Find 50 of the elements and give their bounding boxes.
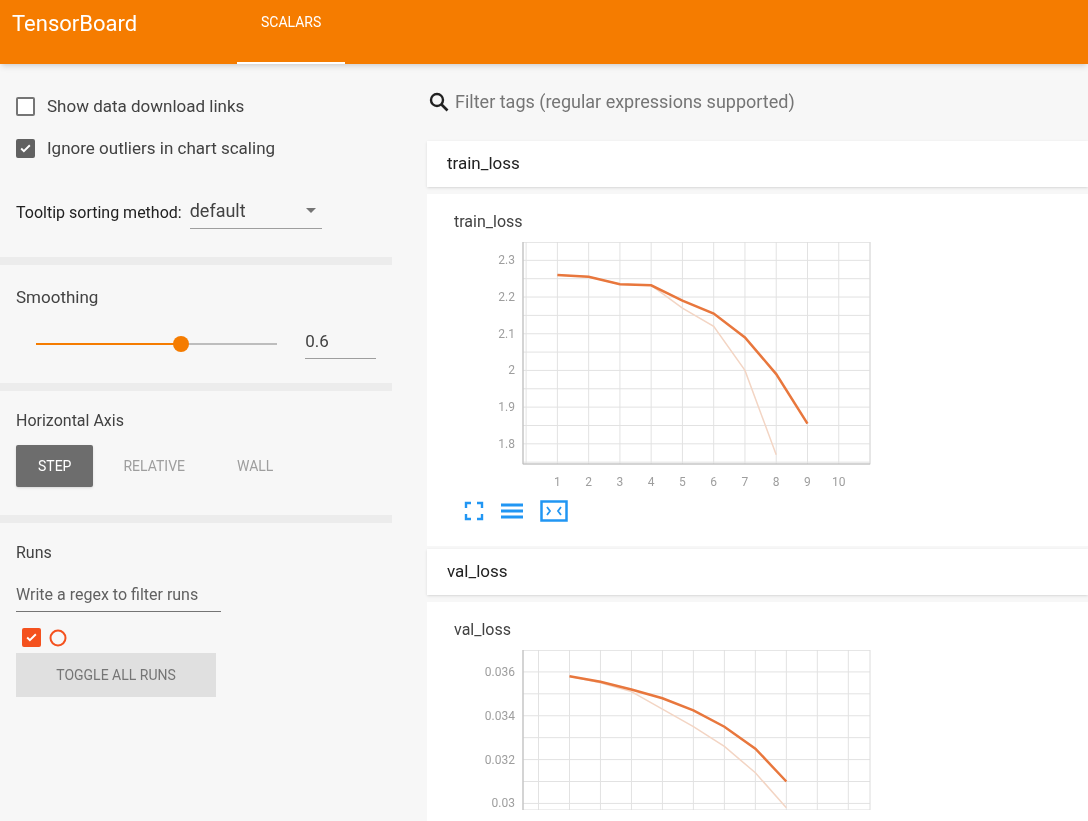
lines-icon[interactable] <box>500 501 524 521</box>
section-title: train_loss <box>447 152 520 176</box>
fit-to-data-icon[interactable] <box>540 500 568 522</box>
x-tick-label: 10 <box>832 475 846 489</box>
x-tick-label: 4 <box>647 475 655 489</box>
x-tick-label: 6 <box>710 475 718 489</box>
x-tick-label: 5 <box>679 475 686 489</box>
section-label: Runs <box>16 542 53 564</box>
x-tick-label: 8 <box>772 475 780 489</box>
section-label: Horizontal Axis <box>16 410 125 432</box>
checkbox[interactable] <box>22 628 41 647</box>
dropdown-arrow-icon <box>305 208 316 213</box>
toggle-all-runs-button[interactable]: TOGGLE ALL RUNS <box>16 653 216 697</box>
y-tick-label: 0.03 <box>491 796 515 810</box>
check-icon <box>25 631 38 644</box>
tag-filter-field[interactable]: Filter tags (regular expressions supported) <box>455 88 1088 115</box>
chart-title: val_loss <box>454 619 512 641</box>
y-tick-label: 2.2 <box>498 290 515 305</box>
section-label: Smoothing <box>16 286 100 309</box>
y-tick-label: 2.3 <box>498 253 515 268</box>
x-tick-label: 1 <box>554 475 561 489</box>
y-tick-label: 0.032 <box>484 752 515 767</box>
y-tick-label: 0.036 <box>484 664 515 679</box>
x-tick-label: 3 <box>616 475 624 489</box>
section-header[interactable]: val_loss <box>427 549 1088 595</box>
y-tick-label: 2.1 <box>498 326 515 341</box>
x-tick-label: 9 <box>804 475 811 489</box>
fullscreen-icon[interactable] <box>464 501 484 521</box>
sort-dropdown[interactable]: default <box>189 197 322 229</box>
tab[interactable]: SCALARS <box>237 0 346 64</box>
run-filter-field[interactable]: Write a regex to filter runs <box>16 583 221 612</box>
y-tick-label: 1.9 <box>498 400 515 415</box>
smoothing-value-field[interactable]: 0.6 <box>305 328 376 359</box>
app-title: TensorBoard <box>12 9 138 38</box>
section-header[interactable]: train_loss <box>427 141 1088 187</box>
section-title: val_loss <box>447 560 508 584</box>
chart-title: train_loss <box>454 211 524 233</box>
axis-option-button[interactable]: STEP <box>16 445 94 487</box>
checkbox[interactable] <box>16 97 35 117</box>
option-label: Ignore outliers in chart scaling <box>47 136 276 160</box>
field-label: Tooltip sorting method: <box>16 202 182 224</box>
x-tick-label: 7 <box>741 475 749 489</box>
x-tick-label: 2 <box>585 475 592 489</box>
y-tick-label: 0.034 <box>484 708 515 723</box>
y-tick-label: 1.8 <box>498 436 515 451</box>
y-tick-label: 2 <box>508 363 515 378</box>
option-label: Show data download links <box>47 95 245 118</box>
run-color-circle-icon <box>49 628 67 647</box>
slider-thumb[interactable] <box>172 335 189 352</box>
checkbox[interactable] <box>16 138 35 158</box>
